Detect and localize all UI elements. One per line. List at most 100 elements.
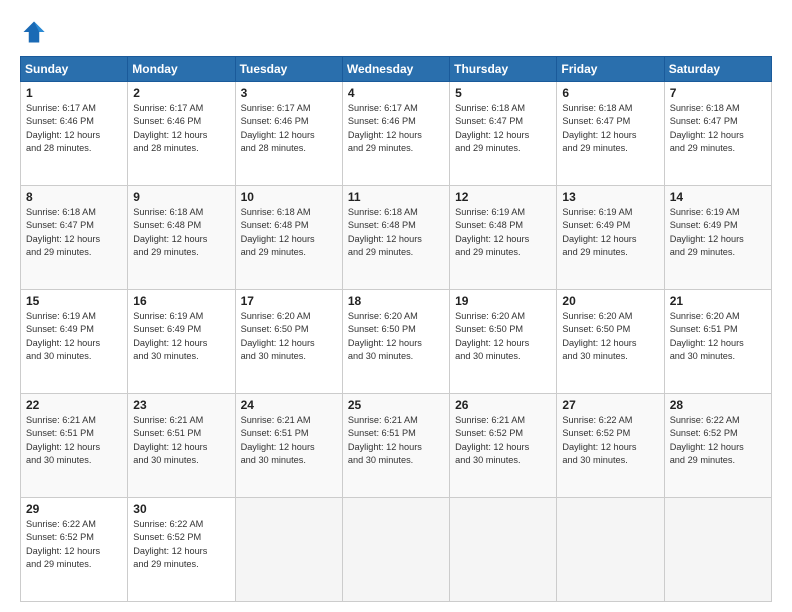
day-number: 18 [348, 294, 444, 308]
table-row [664, 498, 771, 602]
table-row: 16 Sunrise: 6:19 AMSunset: 6:49 PMDayligh… [128, 290, 235, 394]
cell-text: Sunrise: 6:21 AMSunset: 6:51 PMDaylight:… [133, 414, 229, 467]
day-number: 30 [133, 502, 229, 516]
day-number: 28 [670, 398, 766, 412]
day-number: 12 [455, 190, 551, 204]
cell-text: Sunrise: 6:17 AMSunset: 6:46 PMDaylight:… [133, 102, 229, 155]
day-number: 29 [26, 502, 122, 516]
table-row: 20 Sunrise: 6:20 AMSunset: 6:50 PMDayligh… [557, 290, 664, 394]
cell-text: Sunrise: 6:21 AMSunset: 6:51 PMDaylight:… [26, 414, 122, 467]
table-row: 14 Sunrise: 6:19 AMSunset: 6:49 PMDayligh… [664, 186, 771, 290]
table-row: 4 Sunrise: 6:17 AMSunset: 6:46 PMDaylight… [342, 82, 449, 186]
page: SundayMondayTuesdayWednesdayThursdayFrid… [0, 0, 792, 612]
cell-text: Sunrise: 6:21 AMSunset: 6:51 PMDaylight:… [241, 414, 337, 467]
table-row [342, 498, 449, 602]
table-row: 29 Sunrise: 6:22 AMSunset: 6:52 PMDayligh… [21, 498, 128, 602]
table-row: 8 Sunrise: 6:18 AMSunset: 6:47 PMDaylight… [21, 186, 128, 290]
table-row: 18 Sunrise: 6:20 AMSunset: 6:50 PMDayligh… [342, 290, 449, 394]
cell-text: Sunrise: 6:19 AMSunset: 6:49 PMDaylight:… [26, 310, 122, 363]
cell-text: Sunrise: 6:22 AMSunset: 6:52 PMDaylight:… [562, 414, 658, 467]
day-number: 17 [241, 294, 337, 308]
cell-text: Sunrise: 6:19 AMSunset: 6:49 PMDaylight:… [562, 206, 658, 259]
cell-text: Sunrise: 6:17 AMSunset: 6:46 PMDaylight:… [241, 102, 337, 155]
day-number: 11 [348, 190, 444, 204]
col-header-friday: Friday [557, 57, 664, 82]
cell-text: Sunrise: 6:17 AMSunset: 6:46 PMDaylight:… [26, 102, 122, 155]
cell-text: Sunrise: 6:20 AMSunset: 6:50 PMDaylight:… [241, 310, 337, 363]
table-row: 22 Sunrise: 6:21 AMSunset: 6:51 PMDayligh… [21, 394, 128, 498]
day-number: 1 [26, 86, 122, 100]
table-row: 21Sunrise: 6:20 AMSunset: 6:51 PMDayligh… [664, 290, 771, 394]
day-number: 13 [562, 190, 658, 204]
table-row: 2 Sunrise: 6:17 AMSunset: 6:46 PMDaylight… [128, 82, 235, 186]
day-number: 27 [562, 398, 658, 412]
col-header-monday: Monday [128, 57, 235, 82]
cell-text: Sunrise: 6:22 AMSunset: 6:52 PMDaylight:… [670, 414, 766, 467]
table-row: 1 Sunrise: 6:17 AMSunset: 6:46 PMDaylight… [21, 82, 128, 186]
table-row: 15 Sunrise: 6:19 AMSunset: 6:49 PMDayligh… [21, 290, 128, 394]
cell-text: Sunrise: 6:20 AMSunset: 6:50 PMDaylight:… [562, 310, 658, 363]
table-row [557, 498, 664, 602]
table-row: 25 Sunrise: 6:21 AMSunset: 6:51 PMDayligh… [342, 394, 449, 498]
day-number: 3 [241, 86, 337, 100]
cell-text: Sunrise: 6:18 AMSunset: 6:47 PMDaylight:… [670, 102, 766, 155]
col-header-thursday: Thursday [450, 57, 557, 82]
table-row: 3 Sunrise: 6:17 AMSunset: 6:46 PMDaylight… [235, 82, 342, 186]
table-row: 17 Sunrise: 6:20 AMSunset: 6:50 PMDayligh… [235, 290, 342, 394]
table-row: 11 Sunrise: 6:18 AMSunset: 6:48 PMDayligh… [342, 186, 449, 290]
day-number: 5 [455, 86, 551, 100]
table-row: 12 Sunrise: 6:19 AMSunset: 6:48 PMDayligh… [450, 186, 557, 290]
day-number: 19 [455, 294, 551, 308]
day-number: 23 [133, 398, 229, 412]
cell-text: Sunrise: 6:18 AMSunset: 6:47 PMDaylight:… [562, 102, 658, 155]
table-row: 27 Sunrise: 6:22 AMSunset: 6:52 PMDayligh… [557, 394, 664, 498]
table-row: 19 Sunrise: 6:20 AMSunset: 6:50 PMDayligh… [450, 290, 557, 394]
header [20, 18, 772, 46]
cell-text: Sunrise: 6:19 AMSunset: 6:48 PMDaylight:… [455, 206, 551, 259]
cell-text: Sunrise: 6:22 AMSunset: 6:52 PMDaylight:… [133, 518, 229, 571]
day-number: 8 [26, 190, 122, 204]
cell-text: Sunrise: 6:21 AMSunset: 6:52 PMDaylight:… [455, 414, 551, 467]
cell-text: Sunrise: 6:18 AMSunset: 6:47 PMDaylight:… [455, 102, 551, 155]
day-number: 10 [241, 190, 337, 204]
day-number: 6 [562, 86, 658, 100]
day-number: 25 [348, 398, 444, 412]
cell-text: Sunrise: 6:19 AMSunset: 6:49 PMDaylight:… [670, 206, 766, 259]
cell-text: Sunrise: 6:20 AMSunset: 6:50 PMDaylight:… [455, 310, 551, 363]
cell-text: Sunrise: 6:18 AMSunset: 6:48 PMDaylight:… [133, 206, 229, 259]
cell-text: Sunrise: 6:19 AMSunset: 6:49 PMDaylight:… [133, 310, 229, 363]
cell-text: Sunrise: 6:20 AMSunset: 6:50 PMDaylight:… [348, 310, 444, 363]
cell-text: Sunrise: 6:18 AMSunset: 6:47 PMDaylight:… [26, 206, 122, 259]
day-number: 2 [133, 86, 229, 100]
table-row [235, 498, 342, 602]
day-number: 15 [26, 294, 122, 308]
cell-text: Sunrise: 6:17 AMSunset: 6:46 PMDaylight:… [348, 102, 444, 155]
table-row: 7 Sunrise: 6:18 AMSunset: 6:47 PMDaylight… [664, 82, 771, 186]
table-row: 28 Sunrise: 6:22 AMSunset: 6:52 PMDayligh… [664, 394, 771, 498]
col-header-sunday: Sunday [21, 57, 128, 82]
table-row: 30 Sunrise: 6:22 AMSunset: 6:52 PMDayligh… [128, 498, 235, 602]
day-number: 7 [670, 86, 766, 100]
logo [20, 18, 52, 46]
table-row: 5 Sunrise: 6:18 AMSunset: 6:47 PMDaylight… [450, 82, 557, 186]
day-number: 16 [133, 294, 229, 308]
col-header-saturday: Saturday [664, 57, 771, 82]
day-number: 14 [670, 190, 766, 204]
table-row: 24 Sunrise: 6:21 AMSunset: 6:51 PMDayligh… [235, 394, 342, 498]
cell-text: Sunrise: 6:18 AMSunset: 6:48 PMDaylight:… [241, 206, 337, 259]
table-row [450, 498, 557, 602]
day-number: 26 [455, 398, 551, 412]
cell-text: Sunrise: 6:22 AMSunset: 6:52 PMDaylight:… [26, 518, 122, 571]
day-number: 24 [241, 398, 337, 412]
day-number: 20 [562, 294, 658, 308]
table-row: 26 Sunrise: 6:21 AMSunset: 6:52 PMDayligh… [450, 394, 557, 498]
cell-text: Sunrise: 6:21 AMSunset: 6:51 PMDaylight:… [348, 414, 444, 467]
col-header-tuesday: Tuesday [235, 57, 342, 82]
cell-text: Sunrise: 6:18 AMSunset: 6:48 PMDaylight:… [348, 206, 444, 259]
col-header-wednesday: Wednesday [342, 57, 449, 82]
day-number: 4 [348, 86, 444, 100]
day-number: 22 [26, 398, 122, 412]
table-row: 13 Sunrise: 6:19 AMSunset: 6:49 PMDayligh… [557, 186, 664, 290]
table-row: 23 Sunrise: 6:21 AMSunset: 6:51 PMDayligh… [128, 394, 235, 498]
table-row: 9Sunrise: 6:18 AMSunset: 6:48 PMDaylight… [128, 186, 235, 290]
